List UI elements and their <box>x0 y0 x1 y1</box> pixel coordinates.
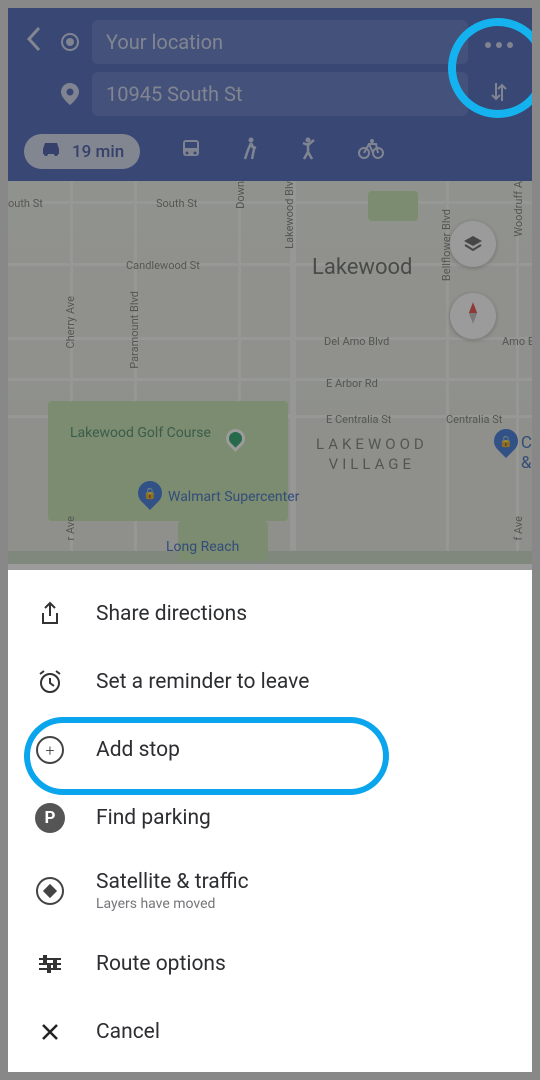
menu-route-options[interactable]: Route options <box>8 930 532 998</box>
destination-pin-icon <box>58 83 82 105</box>
menu-cancel[interactable]: Cancel <box>8 998 532 1066</box>
map-canvas[interactable]: outh St South St Down Lakewood Blv Candl… <box>8 181 532 551</box>
menu-sublabel: Layers have moved <box>96 896 249 912</box>
street-label: Lakewood Blv <box>283 181 296 249</box>
back-button[interactable] <box>20 25 48 60</box>
village-label: LAKEWOODVILLAGE <box>316 435 428 474</box>
street-label: r Ave <box>64 516 77 540</box>
menu-label: Cancel <box>96 1020 160 1044</box>
mode-walk[interactable] <box>242 137 258 167</box>
menu-share-directions[interactable]: Share directions <box>8 580 532 648</box>
street-label: Woodruff A <box>512 181 525 237</box>
street-label: Paramount Blvd <box>128 291 141 369</box>
street-label: Amo Blv <box>502 335 532 348</box>
travel-mode-bar: 19 min <box>20 134 520 169</box>
street-label: f Ave <box>512 516 525 541</box>
menu-label: Satellite & traffic <box>96 870 249 894</box>
menu-label: Route options <box>96 952 226 976</box>
menu-find-parking[interactable]: P Find parking <box>8 784 532 852</box>
close-icon <box>34 1016 66 1048</box>
poi-label: C & <box>521 433 532 473</box>
street-label: E Arbor Rd <box>326 377 378 390</box>
origin-field[interactable]: Your location <box>92 20 468 64</box>
menu-label: Add stop <box>96 738 180 762</box>
mode-rideshare[interactable] <box>298 137 318 167</box>
menu-satellite-traffic[interactable]: Satellite & traffic Layers have moved <box>8 852 532 930</box>
compass-button[interactable] <box>450 293 496 339</box>
car-icon <box>40 141 62 162</box>
overflow-menu-button[interactable] <box>478 30 520 55</box>
swap-button[interactable] <box>478 80 520 109</box>
street-label: Candlewood St <box>126 259 200 272</box>
parking-icon: P <box>34 802 66 834</box>
longbeach-label: Long Reach <box>166 539 239 555</box>
mode-transit[interactable] <box>180 138 202 166</box>
walmart-label: Walmart Supercenter <box>168 489 299 505</box>
add-stop-icon: + <box>34 734 66 766</box>
city-label: Lakewood <box>312 255 412 280</box>
destination-field[interactable]: 10945 South St <box>92 72 468 116</box>
origin-gps-icon <box>58 32 82 52</box>
menu-add-stop[interactable]: + Add stop <box>8 716 532 784</box>
menu-label: Set a reminder to leave <box>96 670 309 694</box>
layers-button[interactable] <box>450 221 496 267</box>
street-label: Cherry Ave <box>64 296 77 349</box>
menu-label: Share directions <box>96 602 247 626</box>
layers-icon <box>34 875 66 907</box>
menu-label: Find parking <box>96 806 211 830</box>
street-label: Del Amo Blvd <box>324 335 389 348</box>
golf-label: Lakewood Golf Course <box>70 425 211 441</box>
street-label: E Centralia St <box>326 413 391 426</box>
street-label: outh St <box>8 197 43 210</box>
street-label: South St <box>156 197 197 210</box>
overflow-menu-sheet: Share directions Set a reminder to leave… <box>8 564 532 1072</box>
mode-bike[interactable] <box>358 139 384 165</box>
sliders-icon <box>34 948 66 980</box>
street-label: Down <box>234 181 247 209</box>
directions-header: Your location 10945 South St 19 min <box>8 8 532 181</box>
mode-drive[interactable]: 19 min <box>24 134 140 169</box>
menu-set-reminder[interactable]: Set a reminder to leave <box>8 648 532 716</box>
street-label: Centralia St <box>446 413 502 426</box>
alarm-icon <box>34 666 66 698</box>
drive-time: 19 min <box>72 142 124 162</box>
share-icon <box>34 598 66 630</box>
